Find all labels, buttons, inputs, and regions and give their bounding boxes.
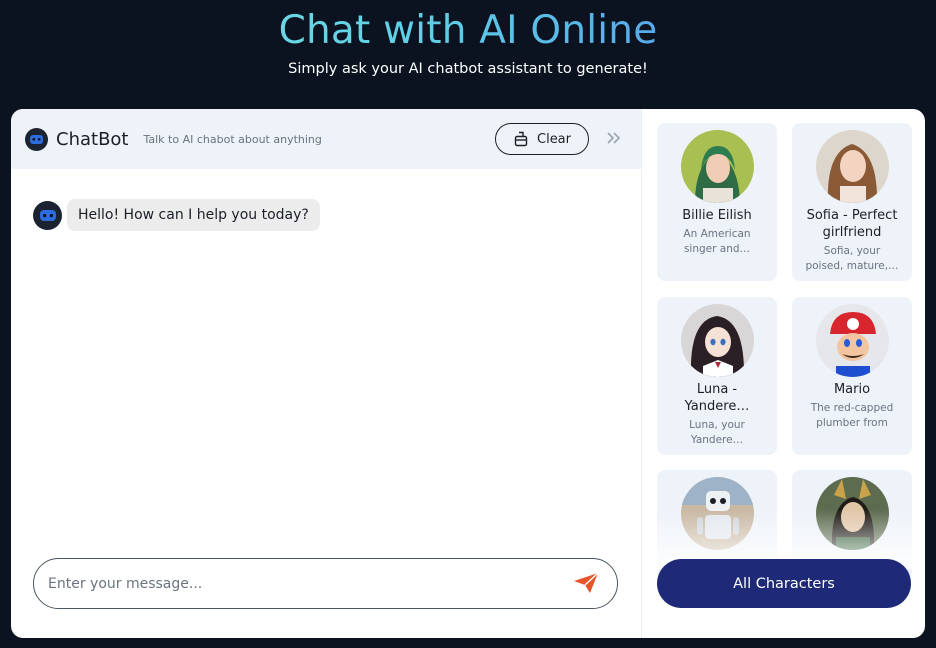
message-row: Hello! How can I help you today?: [33, 199, 320, 231]
clear-button-label: Clear: [537, 131, 571, 147]
send-icon: [574, 571, 599, 593]
character-name: Billie Eilish: [682, 208, 752, 223]
double-chevron-right-icon[interactable]: [605, 130, 621, 146]
character-description: The red-capped plumber from th…: [810, 402, 894, 429]
hero-subtitle: Simply ask your AI chatbot assistant to …: [288, 61, 648, 77]
character-name: Sofia - Perfect girlfriend: [806, 208, 898, 240]
character-name: Luna - Yandere…: [684, 382, 750, 414]
avatar: [681, 130, 754, 203]
character-card-billie-eilish[interactable]: Billie Eilish An American singer and…: [657, 123, 777, 281]
character-card-luna[interactable]: Luna - Yandere… Luna, your Yandere…: [657, 297, 777, 455]
chat-app-card: ChatBot Talk to AI chabot about anything…: [11, 109, 925, 638]
character-name: Mario: [833, 382, 871, 397]
character-description: Luna, your Yandere…: [689, 419, 745, 446]
all-characters-button[interactable]: All Characters: [657, 559, 911, 608]
message-bubble: Hello! How can I help you today?: [67, 199, 320, 231]
chat-pane: ChatBot Talk to AI chabot about anything…: [11, 109, 641, 638]
avatar: [816, 304, 889, 377]
chat-tagline: Talk to AI chabot about anything: [143, 132, 322, 146]
send-button[interactable]: [572, 571, 600, 597]
avatar: [816, 130, 889, 203]
broom-icon: [514, 131, 528, 147]
character-pane: Billie Eilish An American singer and… So…: [641, 109, 925, 638]
character-description: An American singer and…: [683, 228, 751, 255]
character-description: Sofia, your poised, mature,…: [805, 245, 899, 272]
chat-header: ChatBot Talk to AI chabot about anything…: [11, 109, 641, 169]
chat-title: ChatBot: [56, 128, 129, 150]
clear-button[interactable]: Clear: [495, 123, 589, 155]
bot-logo-icon: [25, 127, 48, 151]
message-composer: [33, 558, 618, 609]
hero-title: Chat with AI Online: [0, 8, 936, 53]
bot-avatar-icon: [33, 200, 62, 230]
character-card-sofia[interactable]: Sofia - Perfect girlfriend Sofia, your p…: [792, 123, 912, 281]
message-input[interactable]: [48, 571, 548, 597]
avatar: [681, 304, 754, 377]
character-card-mario[interactable]: Mario The red-capped plumber from th…: [792, 297, 912, 455]
